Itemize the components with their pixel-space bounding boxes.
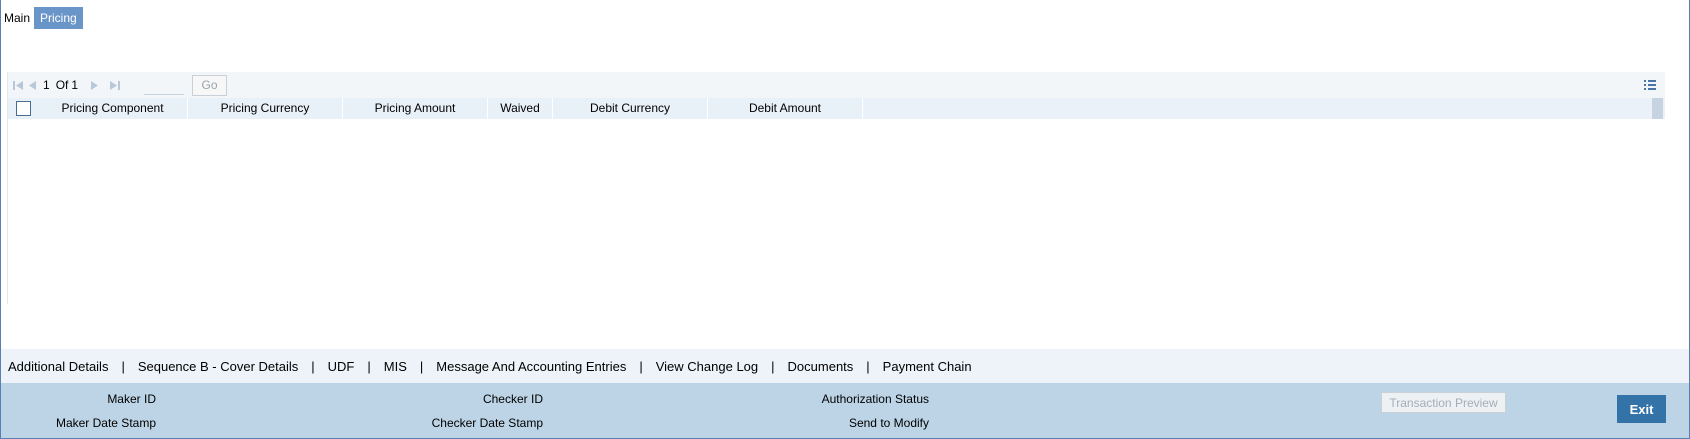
next-page-icon[interactable] (88, 78, 102, 92)
link-separator: | (639, 358, 643, 374)
exit-button[interactable]: Exit (1617, 395, 1666, 423)
link-separator: | (367, 358, 371, 374)
link-message-and-accounting-entries[interactable]: Message And Accounting Entries (436, 359, 626, 374)
maker-id-label: Maker ID (107, 392, 156, 406)
send-to-modify-label: Send to Modify (848, 416, 929, 430)
link-sequence-b-cover-details[interactable]: Sequence B - Cover Details (138, 359, 298, 374)
select-all-cell (8, 98, 38, 119)
link-mis[interactable]: MIS (384, 359, 407, 374)
col-waived[interactable]: Waived (488, 98, 553, 119)
link-additional-details[interactable]: Additional Details (8, 359, 108, 374)
tab-bar: Main Pricing (4, 7, 83, 29)
page-number-input[interactable] (144, 75, 185, 95)
select-all-checkbox[interactable] (15, 101, 31, 116)
go-button[interactable]: Go (192, 74, 228, 96)
link-documents[interactable]: Documents (788, 359, 854, 374)
col-pricing-currency[interactable]: Pricing Currency (188, 98, 343, 119)
link-payment-chain[interactable]: Payment Chain (883, 359, 972, 374)
column-settings-icon[interactable] (1643, 78, 1657, 92)
grid-body (8, 119, 1665, 304)
first-page-icon[interactable] (11, 78, 25, 92)
maker-date-stamp-label: Maker Date Stamp (55, 416, 156, 430)
audit-footer: Maker ID Maker Date Stamp Checker ID Che… (1, 383, 1689, 438)
previous-page-icon[interactable] (25, 78, 39, 92)
pricing-grid: 1 Of 1 Go Pricing Component Pricing Curr… (7, 72, 1665, 304)
grid-toolbar: 1 Of 1 Go (8, 72, 1665, 98)
authorization-status-label: Authorization Status (821, 392, 929, 406)
grid-header-row: Pricing Component Pricing Currency Prici… (8, 98, 1665, 119)
header-filler (863, 98, 1665, 119)
tab-pricing[interactable]: Pricing (34, 7, 83, 29)
link-separator: | (866, 358, 870, 374)
link-view-change-log[interactable]: View Change Log (656, 359, 758, 374)
link-separator: | (419, 358, 424, 374)
current-page: 1 (43, 78, 50, 92)
col-pricing-component[interactable]: Pricing Component (38, 98, 188, 119)
link-separator: | (121, 358, 125, 374)
total-pages: 1 (71, 78, 79, 92)
link-separator: | (311, 358, 315, 374)
col-pricing-amount[interactable]: Pricing Amount (343, 98, 488, 119)
sub-screen-links: Additional Details | Sequence B - Cover … (1, 349, 1689, 383)
last-page-icon[interactable] (108, 78, 122, 92)
link-udf[interactable]: UDF (328, 359, 355, 374)
vertical-scrollbar[interactable] (1652, 98, 1663, 119)
transaction-preview-button[interactable]: Transaction Preview (1381, 392, 1506, 413)
checker-id-label: Checker ID (482, 392, 543, 406)
page-of-label: Of (55, 78, 69, 92)
col-debit-currency[interactable]: Debit Currency (553, 98, 708, 119)
col-debit-amount[interactable]: Debit Amount (708, 98, 863, 119)
link-separator: | (771, 358, 775, 374)
checker-date-stamp-label: Checker Date Stamp (431, 416, 543, 430)
tab-main[interactable]: Main (4, 7, 34, 29)
